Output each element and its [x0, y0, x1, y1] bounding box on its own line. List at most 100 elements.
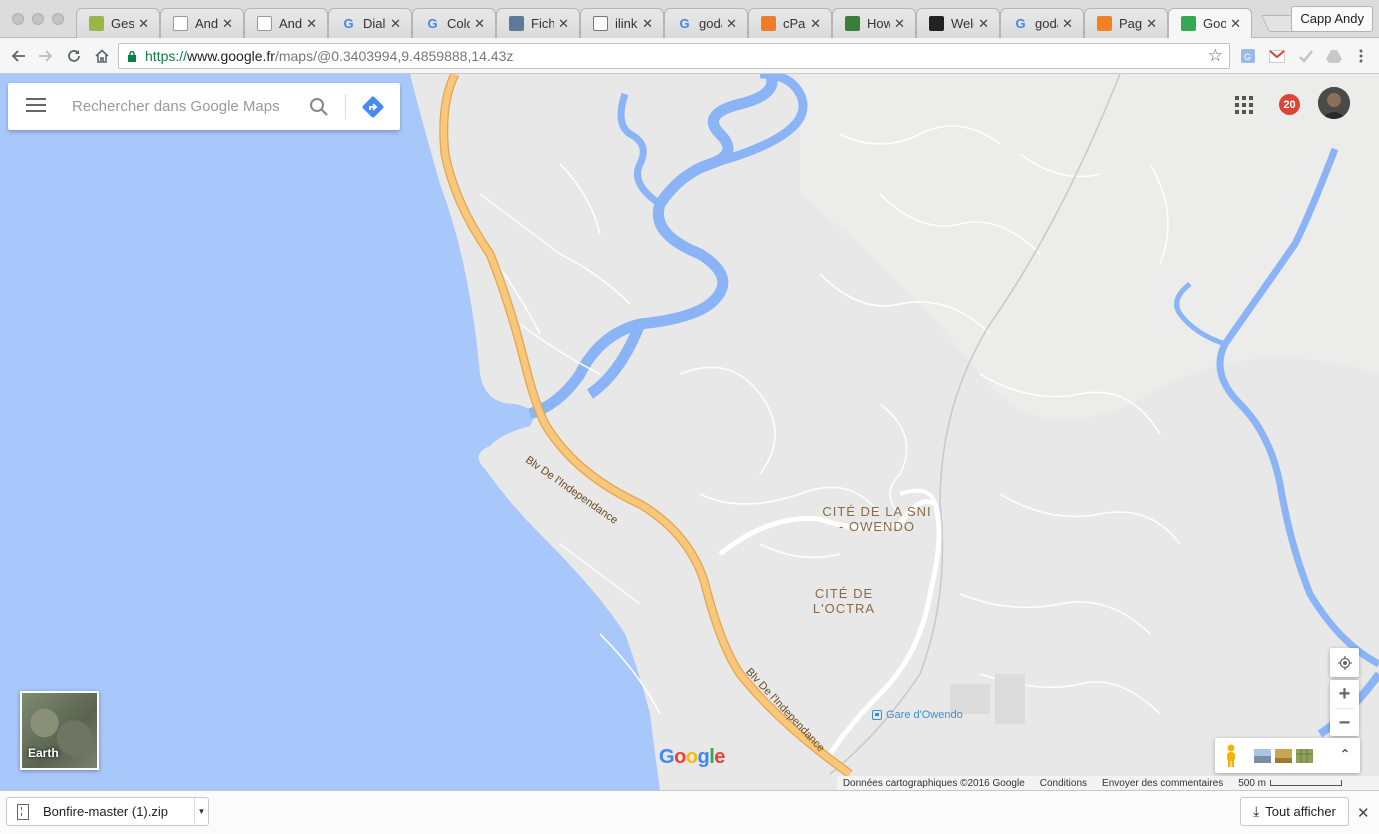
- browser-tab[interactable]: cPan ✕: [748, 8, 832, 38]
- close-window-button[interactable]: [12, 13, 24, 25]
- tab-close-icon[interactable]: ✕: [306, 16, 317, 32]
- tab-title: Color: [447, 16, 470, 31]
- tab-close-icon[interactable]: ✕: [726, 16, 737, 32]
- zoom-control: + −: [1330, 680, 1359, 736]
- pegman-icon[interactable]: [1223, 744, 1239, 768]
- forward-button[interactable]: [34, 44, 58, 68]
- tab-close-icon[interactable]: ✕: [642, 16, 653, 32]
- earth-label: Earth: [28, 746, 59, 760]
- earth-view-toggle[interactable]: Earth: [20, 691, 99, 770]
- browser-tab[interactable]: G Dialo ✕: [328, 8, 412, 38]
- gmail-extension-icon[interactable]: [1268, 47, 1286, 65]
- reload-button[interactable]: [62, 44, 86, 68]
- my-location-button[interactable]: [1330, 648, 1359, 677]
- browser-tab[interactable]: How ✕: [832, 8, 916, 38]
- google-maps-icon: [1181, 16, 1196, 31]
- back-arrow-icon: [11, 50, 25, 62]
- drive-extension-icon[interactable]: [1325, 47, 1343, 65]
- page-icon: [593, 16, 608, 31]
- download-item[interactable]: Bonfire-master (1).zip ▼: [6, 797, 209, 826]
- tab-title: Gesti: [111, 16, 135, 31]
- tab-title: Page: [1119, 16, 1143, 31]
- profile-button[interactable]: Capp Andy: [1291, 6, 1373, 32]
- tab-close-icon[interactable]: ✕: [558, 16, 569, 32]
- download-shelf: Bonfire-master (1).zip ▼ ⤓ Tout afficher…: [0, 790, 1379, 834]
- expand-layers-icon[interactable]: ⌃: [1340, 747, 1350, 761]
- svg-text:G: G: [1244, 52, 1251, 62]
- bookmark-star-icon[interactable]: ☆: [1208, 46, 1223, 66]
- account-avatar[interactable]: [1318, 87, 1350, 119]
- download-arrow-icon: ⤓: [1253, 803, 1260, 819]
- search-divider: [345, 94, 346, 119]
- map-data-attribution: Données cartographiques ©2016 Google: [842, 777, 1025, 789]
- tab-close-icon[interactable]: ✕: [138, 16, 149, 32]
- tab-close-icon[interactable]: ✕: [474, 16, 485, 32]
- show-all-downloads-button[interactable]: ⤓ Tout afficher: [1240, 797, 1349, 826]
- notifications-badge[interactable]: 20: [1279, 94, 1300, 115]
- how-icon: [845, 16, 860, 31]
- lock-icon: [128, 50, 136, 62]
- directions-icon[interactable]: [361, 95, 385, 119]
- tab-close-icon[interactable]: ✕: [390, 16, 401, 32]
- street-view-layer-thumbnail[interactable]: [1254, 748, 1271, 763]
- tab-close-icon[interactable]: ✕: [222, 16, 233, 32]
- checkmark-extension-icon[interactable]: [1297, 47, 1315, 65]
- map-label-cite-sni[interactable]: CITÉ DE LA SNI - OWENDO: [818, 504, 936, 534]
- tab-close-icon[interactable]: ✕: [1062, 16, 1073, 32]
- chrome-menu-icon[interactable]: [1352, 47, 1370, 65]
- welcome-icon: [929, 16, 944, 31]
- zoom-window-button[interactable]: [52, 13, 64, 25]
- scale-label[interactable]: 500 m: [1238, 778, 1266, 789]
- terrain-layer-thumbnail[interactable]: [1275, 748, 1292, 763]
- station-marker[interactable]: Gare d'Owendo: [872, 709, 963, 721]
- browser-tab[interactable]: Ggoda ✕: [664, 8, 748, 38]
- url-path: /maps/@0.3403994,9.4859888,14.43z: [274, 48, 514, 64]
- tab-close-icon[interactable]: ✕: [810, 16, 821, 32]
- search-icon[interactable]: [308, 96, 330, 118]
- tab-close-icon[interactable]: ✕: [978, 16, 989, 32]
- browser-tab[interactable]: ilink v ✕: [580, 8, 664, 38]
- map-canvas[interactable]: 20 CITÉ DE LA SNI - OWENDO CITÉ DE L'OCT…: [0, 74, 1379, 790]
- map-label-cite-octra[interactable]: CITÉ DE L'OCTRA: [806, 586, 882, 616]
- translate-extension-icon[interactable]: G: [1239, 47, 1257, 65]
- browser-tab[interactable]: Welc ✕: [916, 8, 1000, 38]
- browser-tab[interactable]: Andr✕: [160, 8, 244, 38]
- tab-title: Fichi: [531, 16, 555, 31]
- map-base-layer: [0, 74, 1379, 790]
- google-logo: Google: [659, 746, 725, 768]
- browser-tab[interactable]: Ggoda ✕: [1000, 8, 1084, 38]
- terms-link[interactable]: Conditions: [1040, 778, 1087, 789]
- browser-tab[interactable]: Gesti✕: [76, 8, 160, 38]
- tab-close-icon[interactable]: ✕: [894, 16, 905, 32]
- document-icon: [257, 16, 272, 31]
- zip-file-icon: [17, 803, 29, 820]
- browser-tab[interactable]: Page✕: [1084, 8, 1168, 38]
- zoom-out-button[interactable]: −: [1330, 709, 1359, 737]
- zoom-in-button[interactable]: +: [1330, 680, 1359, 708]
- browser-toolbar: https://www.google.fr/maps/@0.3403994,9.…: [0, 38, 1379, 74]
- tab-close-icon[interactable]: ✕: [1146, 16, 1157, 32]
- google-apps-icon[interactable]: [1235, 96, 1253, 114]
- close-shelf-icon[interactable]: ✕: [1357, 804, 1370, 822]
- satellite-layer-thumbnail[interactable]: [1296, 748, 1313, 763]
- google-icon: G: [343, 16, 354, 31]
- hamburger-menu-icon[interactable]: [26, 98, 46, 115]
- browser-tab[interactable]: Goog✕: [1168, 8, 1252, 38]
- browser-tab[interactable]: Fichi✕: [496, 8, 580, 38]
- minimize-window-button[interactable]: [32, 13, 44, 25]
- feedback-link[interactable]: Envoyer des commentaires: [1102, 778, 1223, 789]
- back-button[interactable]: [6, 44, 30, 68]
- tab-list: Gesti✕Andr✕Andr✕GDialo✕GColor✕Fichi✕ilin…: [76, 8, 1252, 38]
- maps-search-input[interactable]: [72, 83, 302, 130]
- download-options-caret-icon[interactable]: ▼: [194, 798, 208, 825]
- map-label-cite-octra-line2: L'OCTRA: [812, 601, 876, 616]
- map-attribution-bar: Données cartographiques ©2016 Google Con…: [836, 776, 1379, 790]
- address-bar[interactable]: https://www.google.fr/maps/@0.3403994,9.…: [118, 43, 1230, 69]
- browser-tab[interactable]: Andr✕: [244, 8, 328, 38]
- home-button[interactable]: [90, 44, 114, 68]
- map-label-cite-sni-line2: - OWENDO: [839, 519, 915, 534]
- tab-close-icon[interactable]: ✕: [1230, 16, 1241, 32]
- browser-tab[interactable]: G Color ✕: [412, 8, 496, 38]
- station-label: Gare d'Owendo: [886, 709, 963, 721]
- google-icon: G: [679, 16, 690, 31]
